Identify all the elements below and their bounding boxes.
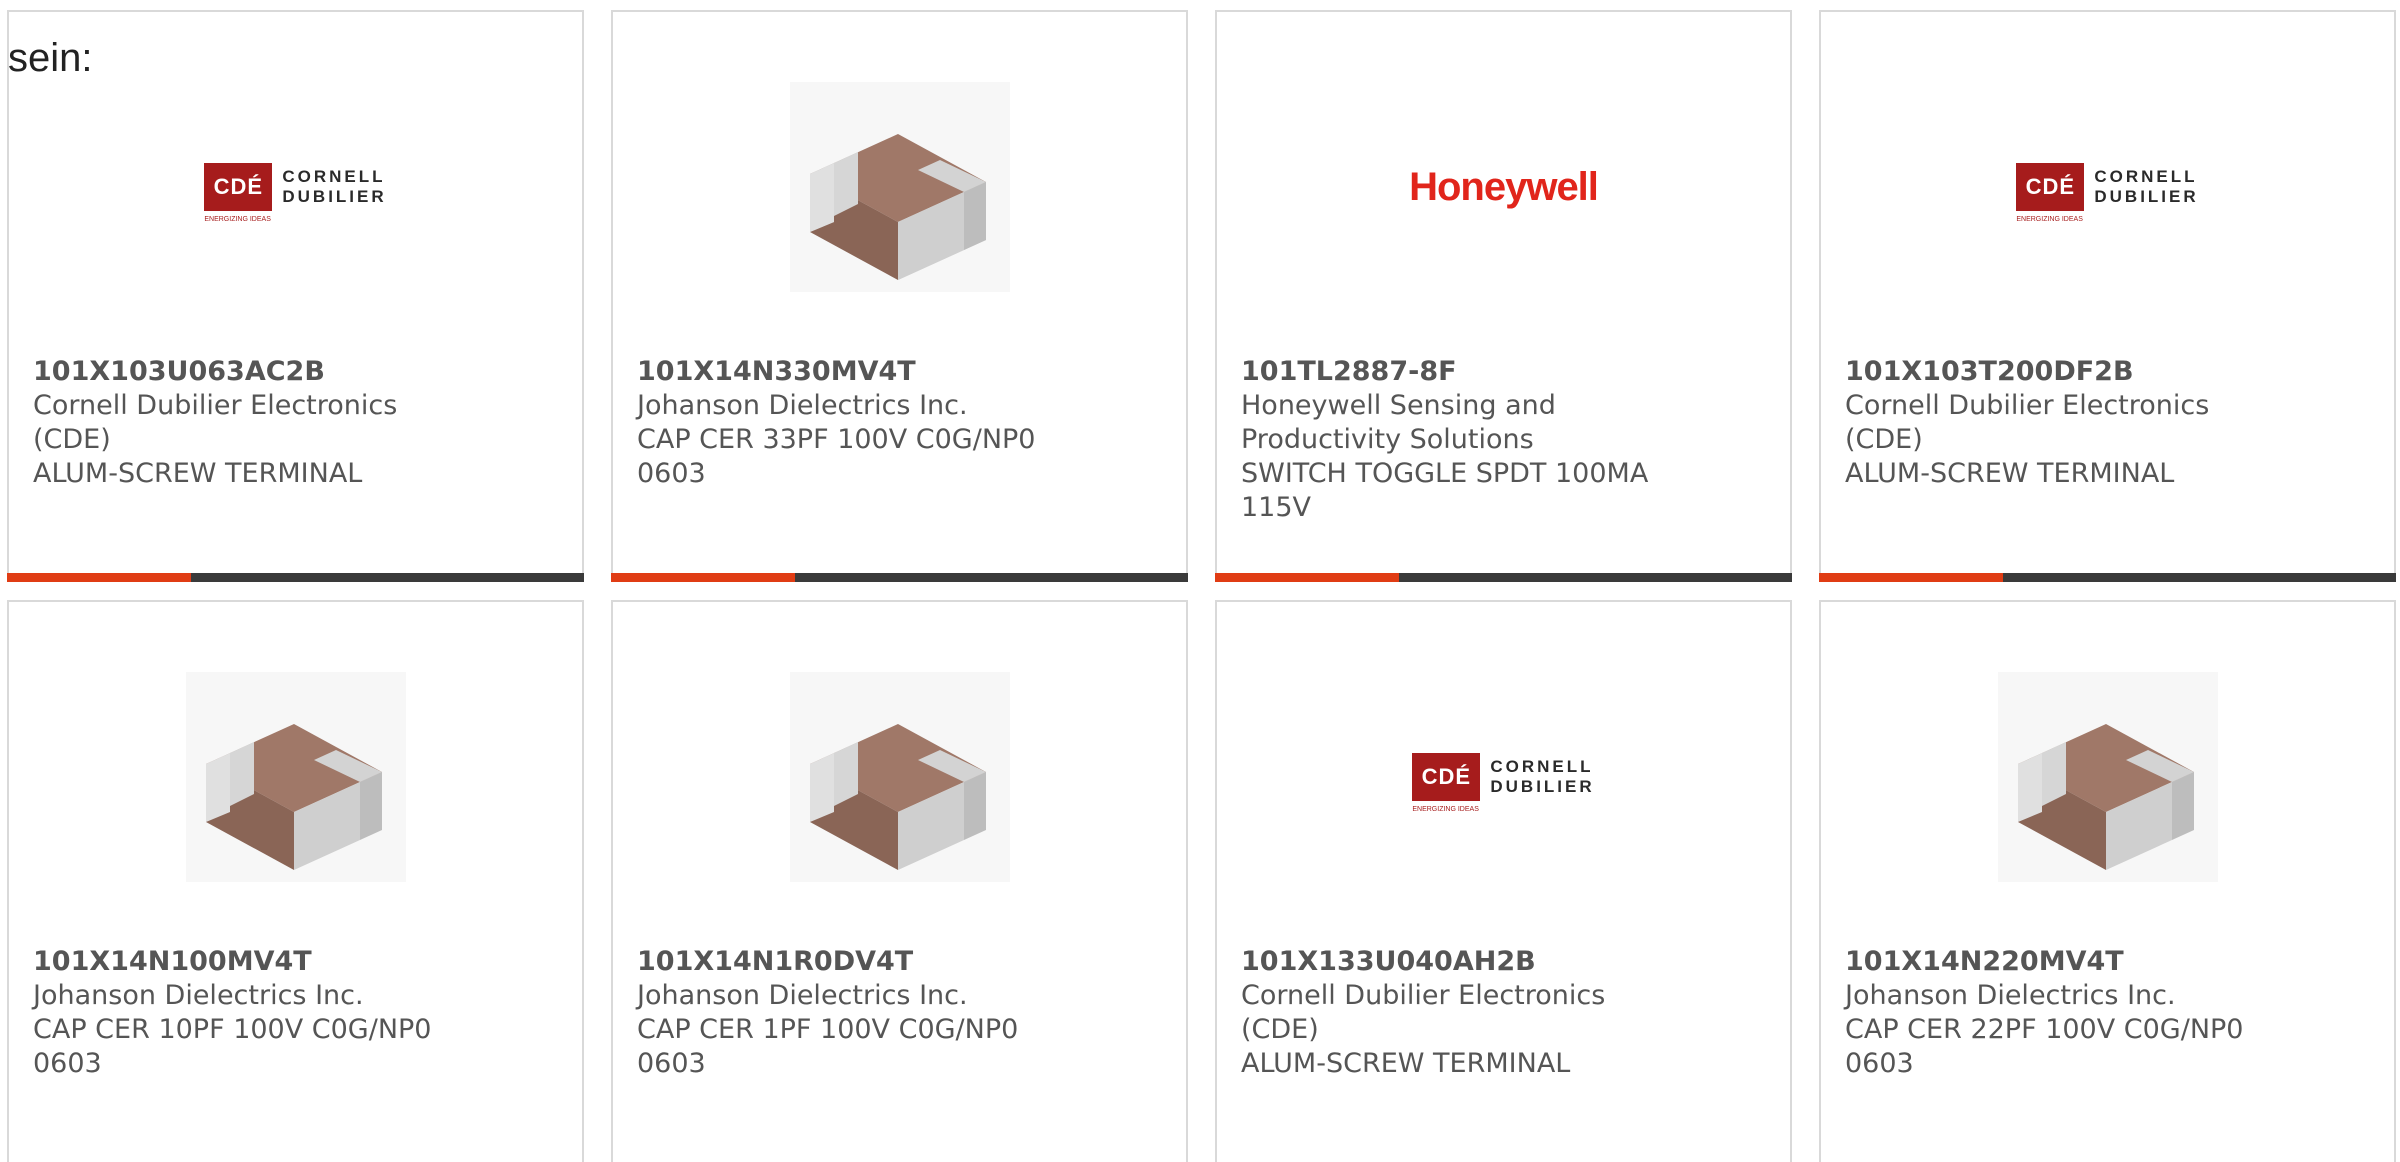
card-bottom-bar <box>7 573 584 582</box>
product-description: ALUM-SCREW TERMINAL <box>33 458 363 489</box>
product-description: CAP CER 1PF 100V C0G/NP0 0603 <box>637 1014 1019 1079</box>
product-description: SWITCH TOGGLE SPDT 100MA 115V <box>1241 458 1649 523</box>
manufacturer-name: Johanson Dielectrics Inc. <box>637 390 968 421</box>
product-description: CAP CER 22PF 100V C0G/NP0 0603 <box>1845 1014 2244 1079</box>
product-card[interactable]: 101X14N330MV4T Johanson Dielectrics Inc.… <box>611 10 1188 582</box>
manufacturer-name: Johanson Dielectrics Inc. <box>1845 980 2176 1011</box>
manufacturer-name: Cornell Dubilier Electronics (CDE) <box>1845 390 2210 455</box>
part-number[interactable]: 101X14N100MV4T <box>33 945 453 979</box>
product-card[interactable]: 101X14N100MV4T Johanson Dielectrics Inc.… <box>7 600 584 1162</box>
manufacturer-name: Honeywell Sensing and Productivity Solut… <box>1241 390 1556 455</box>
product-image <box>9 662 582 892</box>
card-bottom-bar <box>1215 573 1792 582</box>
part-number[interactable]: 101X133U040AH2B <box>1241 945 1661 979</box>
part-number[interactable]: 101X103U063AC2B <box>33 355 453 389</box>
card-bottom-bar <box>1819 573 2396 582</box>
cde-logo-icon: CDÉ ENERGIZING IDEAS CORNELL DUBILIER <box>2016 163 2198 223</box>
ceramic-chip-capacitor-icon <box>789 672 1010 882</box>
card-bottom-bar <box>611 573 1188 582</box>
page: sein: CDÉ ENERGIZING IDEAS CORNELL DUBILIE… <box>0 0 2400 1162</box>
manufacturer-logo: Honeywell <box>1217 72 1790 302</box>
honeywell-logo-icon: Honeywell <box>1409 164 1599 209</box>
product-description: CAP CER 33PF 100V C0G/NP0 0603 <box>637 424 1036 489</box>
part-number[interactable]: 101X14N1R0DV4T <box>637 945 1057 979</box>
manufacturer-name: Johanson Dielectrics Inc. <box>33 980 364 1011</box>
product-card[interactable]: 101X14N1R0DV4T Johanson Dielectrics Inc.… <box>611 600 1188 1162</box>
part-number[interactable]: 101X14N330MV4T <box>637 355 1057 389</box>
product-card[interactable]: 101X14N220MV4T Johanson Dielectrics Inc.… <box>1819 600 2396 1162</box>
product-image <box>1821 662 2394 892</box>
part-number[interactable]: 101X103T200DF2B <box>1845 355 2265 389</box>
manufacturer-name: Cornell Dubilier Electronics (CDE) <box>1241 980 1606 1045</box>
product-description: ALUM-SCREW TERMINAL <box>1845 458 2175 489</box>
manufacturer-logo: CDÉ ENERGIZING IDEAS CORNELL DUBILIER <box>1217 662 1790 892</box>
manufacturer-name: Cornell Dubilier Electronics (CDE) <box>33 390 398 455</box>
cde-logo-icon: CDÉ ENERGIZING IDEAS CORNELL DUBILIER <box>204 163 386 223</box>
cde-logo-icon: CDÉ ENERGIZING IDEAS CORNELL DUBILIER <box>1412 753 1594 813</box>
manufacturer-logo: CDÉ ENERGIZING IDEAS CORNELL DUBILIER <box>9 72 582 302</box>
ceramic-chip-capacitor-icon <box>1997 672 2218 882</box>
part-number[interactable]: 101TL2887-8F <box>1241 355 1661 389</box>
manufacturer-name: Johanson Dielectrics Inc. <box>637 980 968 1011</box>
product-card[interactable]: Honeywell 101TL2887-8F Honeywell Sensing… <box>1215 10 1792 582</box>
manufacturer-logo: CDÉ ENERGIZING IDEAS CORNELL DUBILIER <box>1821 72 2394 302</box>
product-card[interactable]: CDÉ ENERGIZING IDEAS CORNELL DUBILIER 101X… <box>1215 600 1792 1162</box>
product-card[interactable]: CDÉ ENERGIZING IDEAS CORNELL DUBILIER 101X… <box>7 10 584 582</box>
ceramic-chip-capacitor-icon <box>185 672 406 882</box>
product-card[interactable]: CDÉ ENERGIZING IDEAS CORNELL DUBILIER 101X… <box>1819 10 2396 582</box>
ceramic-chip-capacitor-icon <box>789 82 1010 292</box>
product-description: CAP CER 10PF 100V C0G/NP0 0603 <box>33 1014 432 1079</box>
intro-text: sein: <box>8 36 93 80</box>
product-image <box>613 662 1186 892</box>
product-image <box>613 72 1186 302</box>
part-number[interactable]: 101X14N220MV4T <box>1845 945 2265 979</box>
product-description: ALUM-SCREW TERMINAL <box>1241 1048 1571 1079</box>
